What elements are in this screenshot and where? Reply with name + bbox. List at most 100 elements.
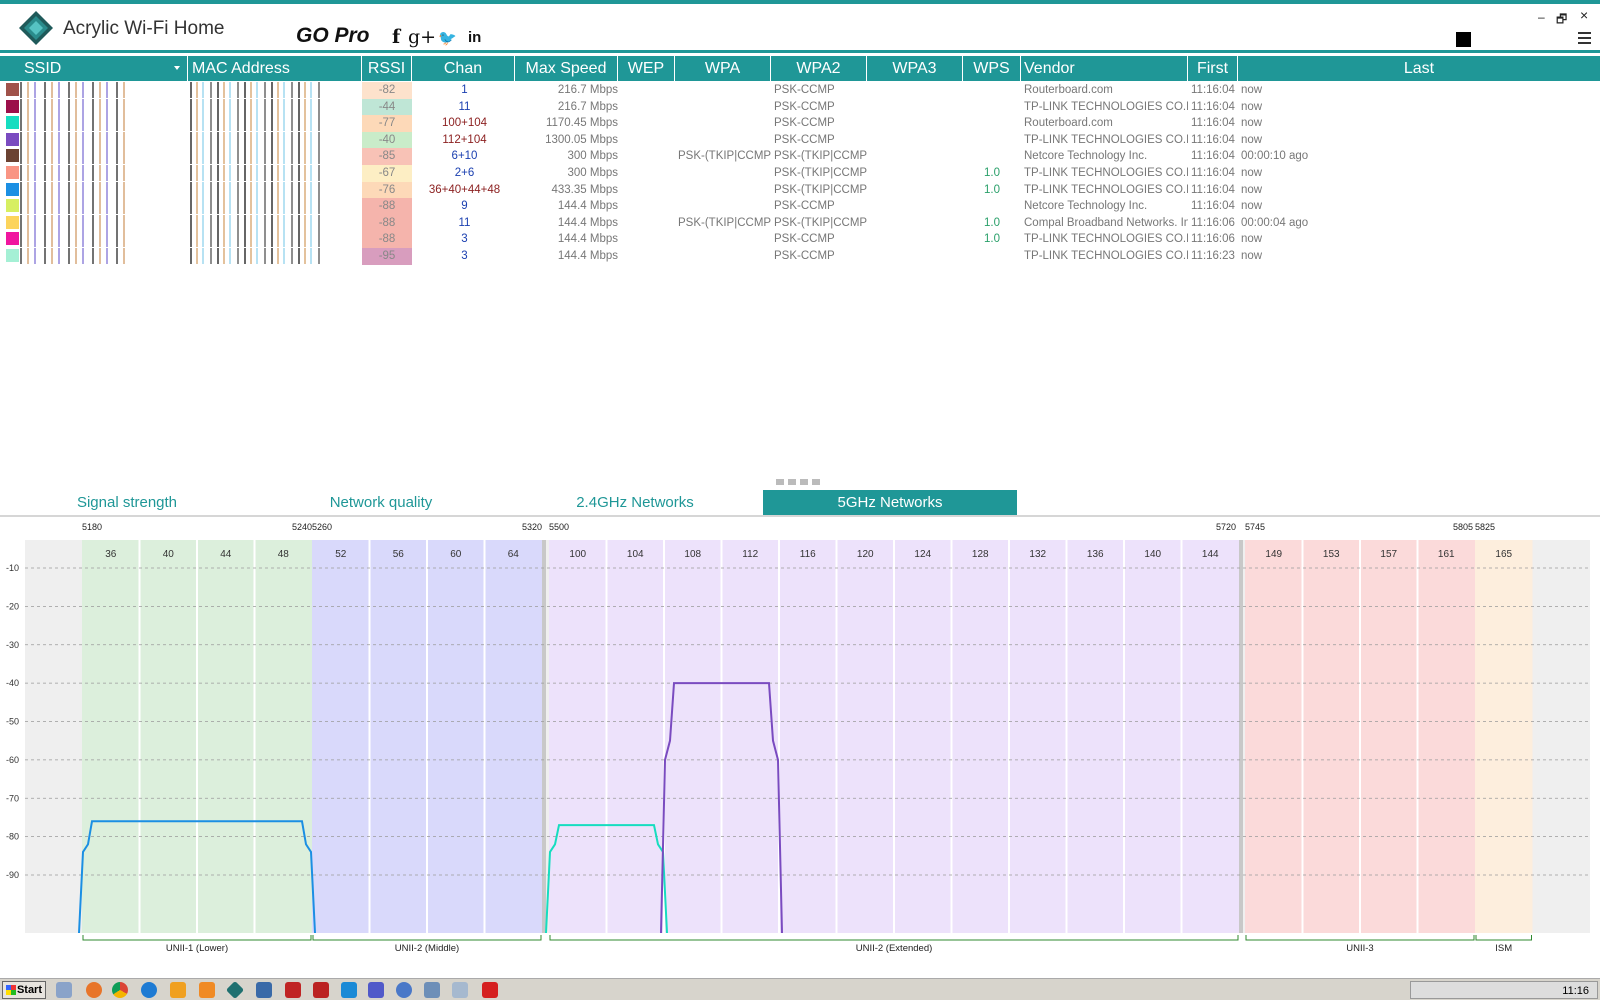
app-taskbar-icon-6[interactable] bbox=[452, 982, 468, 998]
channel-label: 112 bbox=[742, 549, 758, 560]
facebook-icon[interactable]: f bbox=[392, 26, 400, 48]
col-ssid[interactable]: SSID bbox=[0, 56, 188, 81]
linkedin-icon[interactable]: in bbox=[468, 29, 481, 46]
max-speed-cell: 300 Mbps bbox=[567, 166, 618, 179]
col-mac[interactable]: MAC Address bbox=[188, 56, 362, 81]
table-row[interactable]: -82 1 216.7 Mbps PSK-CCMP Routerboard.com 11:… bbox=[0, 82, 1600, 99]
col-wps[interactable]: WPS bbox=[963, 56, 1021, 81]
network-color-swatch[interactable] bbox=[6, 132, 19, 146]
network-color-swatch[interactable] bbox=[6, 199, 19, 213]
frequency-label: 5500 bbox=[549, 522, 569, 532]
go-pro-link[interactable]: GO Pro bbox=[296, 24, 370, 48]
google-plus-icon[interactable]: g+ bbox=[408, 26, 436, 48]
network-color-swatch[interactable] bbox=[6, 182, 19, 196]
first-seen-cell: 11:16:06 bbox=[1191, 216, 1235, 229]
network-color-swatch[interactable] bbox=[6, 232, 19, 246]
tab-24ghz-networks[interactable]: 2.4GHz Networks bbox=[530, 490, 740, 516]
mac-redacted bbox=[190, 148, 320, 165]
table-row[interactable]: -88 11 144.4 Mbps PSK-(TKIP|CCMP) PSK-(TKIP|… bbox=[0, 214, 1600, 232]
network-color-swatch[interactable] bbox=[6, 215, 19, 229]
network-color-swatch[interactable] bbox=[6, 149, 19, 163]
col-vendor[interactable]: Vendor bbox=[1021, 56, 1188, 81]
wpa2-cell: PSK-CCMP bbox=[774, 100, 835, 113]
network-color-swatch[interactable] bbox=[6, 99, 19, 113]
splitter-handle[interactable] bbox=[776, 479, 824, 485]
col-last[interactable]: Last bbox=[1238, 56, 1600, 81]
acrylic-taskbar-icon[interactable] bbox=[225, 980, 245, 1000]
band-bracket bbox=[312, 935, 542, 941]
channel-cell: 36+40+44+48 bbox=[428, 183, 501, 196]
explorer-taskbar-icon[interactable] bbox=[56, 982, 72, 998]
col-wep[interactable]: WEP bbox=[618, 56, 675, 81]
first-seen-cell: 11:16:04 bbox=[1191, 200, 1235, 213]
band-label: UNII-1 (Lower) bbox=[166, 943, 228, 954]
twitter-icon[interactable]: 🐦 bbox=[438, 29, 457, 47]
table-row[interactable]: -88 3 144.4 Mbps PSK-CCMP 1.0 TP-LINK TECHNOL… bbox=[0, 231, 1600, 248]
col-chan[interactable]: Chan bbox=[412, 56, 515, 81]
ssid-redacted bbox=[20, 82, 130, 98]
y-tick-label: -70 bbox=[6, 793, 19, 803]
table-row[interactable]: -88 9 144.4 Mbps PSK-CCMP Netcore Technology… bbox=[0, 198, 1600, 215]
hashtag-taskbar-icon[interactable] bbox=[199, 982, 215, 998]
stop-scan-button[interactable] bbox=[1456, 32, 1471, 47]
table-row[interactable]: -76 36+40+44+48 433.35 Mbps PSK-(TKIP|CCMP)… bbox=[0, 181, 1600, 199]
wps-cell: 1.0 bbox=[984, 166, 1000, 179]
table-row[interactable]: -95 3 144.4 Mbps PSK-CCMP TP-LINK TECHNOLOGI… bbox=[0, 247, 1600, 265]
wpa2-cell: PSK-CCMP bbox=[774, 200, 835, 213]
network-color-swatch[interactable] bbox=[6, 83, 19, 96]
chrome-taskbar-icon[interactable] bbox=[112, 982, 128, 998]
col-wpa[interactable]: WPA bbox=[675, 56, 771, 81]
band-bracket bbox=[1245, 935, 1475, 941]
close-button[interactable]: × bbox=[1580, 7, 1588, 23]
table-row[interactable]: -85 6+10 300 Mbps PSK-(TKIP|CCMP) PSK-(TKIP|… bbox=[0, 148, 1600, 165]
rssi-cell: -44 bbox=[362, 98, 412, 116]
network-color-swatch[interactable] bbox=[6, 248, 19, 262]
band-label: ISM bbox=[1495, 943, 1512, 954]
col-wpa2[interactable]: WPA2 bbox=[771, 56, 867, 81]
col-max-speed[interactable]: Max Speed bbox=[515, 56, 618, 81]
title-bar: Acrylic Wi-Fi Home GO Pro f g+ 🐦 in – 🗗 … bbox=[0, 4, 1600, 52]
network-color-swatch[interactable] bbox=[6, 165, 19, 179]
tab-5ghz-networks[interactable]: 5GHz Networks bbox=[763, 490, 1017, 516]
col-wpa3[interactable]: WPA3 bbox=[867, 56, 963, 81]
skype-taskbar-icon[interactable] bbox=[341, 982, 357, 998]
app-taskbar-icon[interactable] bbox=[256, 982, 272, 998]
app-taskbar-icon-7[interactable] bbox=[482, 982, 498, 998]
channel-label: 44 bbox=[220, 549, 232, 560]
table-row[interactable]: -44 11 216.7 Mbps PSK-CCMP TP-LINK TECHNOLOG… bbox=[0, 98, 1600, 116]
ssid-redacted bbox=[20, 148, 130, 165]
firefox-taskbar-icon[interactable] bbox=[86, 982, 102, 998]
app-taskbar-icon-5[interactable] bbox=[424, 982, 440, 998]
restore-button[interactable]: 🗗 bbox=[1556, 10, 1567, 31]
teams-taskbar-icon[interactable] bbox=[368, 982, 384, 998]
tab-network-quality[interactable]: Network quality bbox=[276, 490, 486, 516]
table-row[interactable]: -40 112+104 1300.05 Mbps PSK-CCMP TP-LINK TE… bbox=[0, 131, 1600, 149]
app-taskbar-icon-4[interactable] bbox=[396, 982, 412, 998]
frequency-label: 5320 bbox=[522, 522, 542, 532]
start-button[interactable]: Start bbox=[2, 981, 46, 999]
tab-signal-strength[interactable]: Signal strength bbox=[20, 490, 234, 516]
wpa-cell bbox=[678, 132, 771, 149]
minimize-button[interactable]: – bbox=[1538, 10, 1545, 24]
ssid-redacted bbox=[20, 131, 130, 148]
channel-cell: 11 bbox=[458, 100, 471, 113]
edge-taskbar-icon[interactable] bbox=[141, 982, 157, 998]
wpa2-cell: PSK-(TKIP|CCMP) bbox=[774, 166, 867, 179]
menu-icon[interactable] bbox=[1578, 32, 1591, 44]
y-tick-label: -30 bbox=[6, 640, 19, 650]
wpa2-cell: PSK-(TKIP|CCMP) bbox=[774, 216, 867, 229]
media-taskbar-icon[interactable] bbox=[170, 982, 186, 998]
acrylic-logo-icon bbox=[19, 11, 53, 45]
col-first[interactable]: First bbox=[1188, 56, 1238, 81]
col-rssi[interactable]: RSSI bbox=[362, 56, 412, 81]
channel-cell: 9 bbox=[461, 200, 468, 213]
last-seen-cell: now bbox=[1241, 166, 1263, 179]
network-color-swatch[interactable] bbox=[6, 116, 19, 130]
table-row[interactable]: -77 100+104 1170.45 Mbps PSK-CCMP Routerboar… bbox=[0, 115, 1600, 132]
channel-label: 120 bbox=[857, 549, 874, 560]
app-taskbar-icon-3[interactable] bbox=[313, 982, 329, 998]
first-seen-cell: 11:16:04 bbox=[1191, 150, 1235, 163]
app-taskbar-icon-2[interactable] bbox=[285, 982, 301, 998]
max-speed-cell: 144.4 Mbps bbox=[557, 200, 618, 213]
table-row[interactable]: -67 2+6 300 Mbps PSK-(TKIP|CCMP) 1.0 TP-LINK … bbox=[0, 164, 1600, 182]
